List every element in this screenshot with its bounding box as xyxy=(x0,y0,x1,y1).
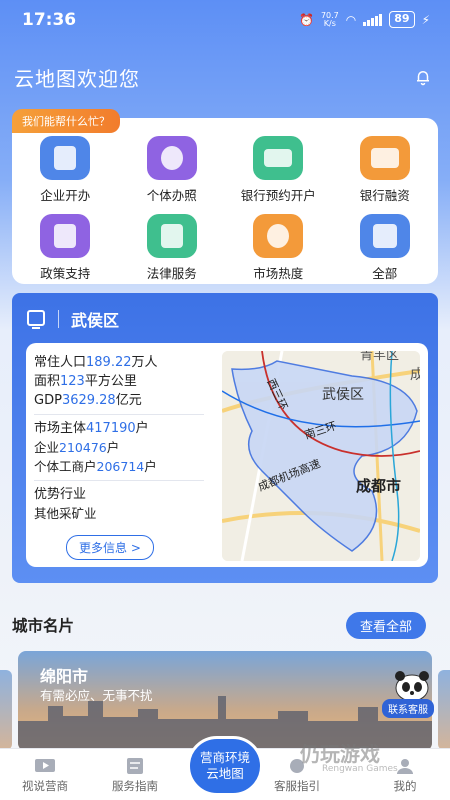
carousel-peek-left[interactable] xyxy=(0,670,12,750)
bank-card-icon xyxy=(253,136,304,180)
service-item-enterprise[interactable]: 企业开办 xyxy=(12,136,119,206)
service-label: 政策支持 xyxy=(40,266,91,281)
wifi-icon: ◠ xyxy=(345,12,357,27)
service-item-bank-account[interactable]: 银行预约开户 xyxy=(225,136,332,206)
city-name: 绵阳市 xyxy=(40,667,89,686)
stat-area: 面积123平方公里 xyxy=(34,374,137,389)
tab-label: 服务指南 xyxy=(112,779,158,793)
stat-enterprises: 企业210476户 xyxy=(34,440,120,455)
service-label: 法律服务 xyxy=(146,266,197,281)
tab-label: 我的 xyxy=(393,779,417,793)
location-badge-icon xyxy=(27,310,45,329)
tab-label: 客服指引 xyxy=(274,779,320,793)
tab-label: 视说营商 xyxy=(22,779,68,793)
individual-license-icon xyxy=(146,136,197,180)
law-icon xyxy=(146,214,197,258)
service-grid: 企业开办 个体办照 银行预约开户 银行融资 政策支持 法律服务 市场热度 全部 xyxy=(12,136,438,284)
stat-individual-businesses: 个体工商户206714户 xyxy=(34,459,157,474)
finance-icon xyxy=(359,136,410,180)
district-map[interactable]: 青羊区 成 武侯区 西三环 南三环 成都机场高速 成都市 xyxy=(222,351,420,561)
service-item-individual-license[interactable]: 个体办照 xyxy=(119,136,226,206)
network-speed: 70.7 K/s xyxy=(321,11,339,28)
map-label-top: 青羊区 xyxy=(360,351,399,362)
stat-population: 常住人口189.22万人 xyxy=(34,355,158,370)
service-label: 全部 xyxy=(372,266,398,281)
status-time: 17:36 xyxy=(22,10,77,30)
service-item-policy[interactable]: 政策支持 xyxy=(12,214,119,284)
center-tab-line2: 云地图 xyxy=(206,766,244,781)
service-item-market-heat[interactable]: 市场热度 xyxy=(225,214,332,284)
charging-icon: ⚡ xyxy=(421,12,430,27)
status-bar: 17:36 ⏰ 70.7 K/s ◠ 89 ⚡ xyxy=(0,0,450,40)
page-title: 云地图欢迎您 xyxy=(14,67,140,91)
hot-icon xyxy=(253,214,304,258)
service-item-bank-finance[interactable]: 银行融资 xyxy=(332,136,439,206)
more-info-button[interactable]: 更多信息 > xyxy=(66,535,154,560)
service-label: 企业开办 xyxy=(40,188,91,203)
city-slogan: 有需必应、无事不扰 xyxy=(40,688,153,703)
watermark-text: 仍玩游戏 xyxy=(300,742,380,766)
all-icon xyxy=(359,214,410,258)
view-all-button[interactable]: 查看全部 xyxy=(346,612,427,639)
district-info-panel: 常住人口189.22万人 面积123平方公里 GDP3629.28亿元 市场主体… xyxy=(26,343,428,567)
speed-unit: K/s xyxy=(323,18,336,28)
service-label: 市场热度 xyxy=(253,266,304,281)
stat-industry-label: 优势行业 xyxy=(34,487,87,502)
tab-business-map[interactable]: 营商环境 云地图 xyxy=(187,736,263,796)
district-name: 武侯区 xyxy=(71,311,120,330)
district-card: 武侯区 常住人口189.22万人 面积123平方公里 GDP3629.28亿元 … xyxy=(12,293,438,583)
stat-market-entities: 市场主体417190户 xyxy=(34,421,149,436)
tab-video-business[interactable]: 视说营商 xyxy=(5,757,85,794)
bell-icon[interactable] xyxy=(414,68,432,86)
map-label-edge: 成 xyxy=(410,366,420,382)
divider xyxy=(34,414,204,415)
battery-indicator: 89 xyxy=(389,11,415,28)
map-label-city: 成都市 xyxy=(356,477,401,495)
enterprise-icon xyxy=(40,136,91,180)
divider xyxy=(58,310,59,328)
district-stats: 常住人口189.22万人 面积123平方公里 GDP3629.28亿元 市场主体… xyxy=(34,353,214,523)
tv-icon xyxy=(35,759,55,772)
signal-icon xyxy=(363,13,383,26)
status-icons: ⏰ 70.7 K/s ◠ 89 ⚡ xyxy=(299,11,430,28)
contact-service-button[interactable]: 联系客服 xyxy=(382,699,434,718)
stat-industry-value: 其他采矿业 xyxy=(34,506,97,521)
service-label: 银行预约开户 xyxy=(240,188,316,203)
map-label-district: 武侯区 xyxy=(322,386,364,402)
service-label: 银行融资 xyxy=(359,188,410,203)
divider xyxy=(34,480,204,481)
carousel-peek-right[interactable] xyxy=(438,670,450,750)
policy-icon xyxy=(40,214,91,258)
district-header: 武侯区 xyxy=(26,307,119,331)
help-badge: 我们能帮什么忙？ xyxy=(12,109,120,133)
watermark-subtext: Rengwan Games xyxy=(322,764,398,774)
service-item-law[interactable]: 法律服务 xyxy=(119,214,226,284)
stat-gdp: GDP3629.28亿元 xyxy=(34,393,142,408)
tab-service-guide[interactable]: 服务指南 xyxy=(95,757,175,794)
service-label: 个体办照 xyxy=(146,188,197,203)
service-item-all[interactable]: 全部 xyxy=(332,214,439,284)
panda-mascot-icon[interactable] xyxy=(392,668,432,702)
center-tab-line1: 营商环境 xyxy=(199,750,250,765)
alarm-icon: ⏰ xyxy=(299,12,314,27)
guide-icon xyxy=(127,758,143,774)
section-title-city-cards: 城市名片 xyxy=(12,617,75,635)
service-card: 我们能帮什么忙？ 企业开办 个体办照 银行预约开户 银行融资 政策支持 法律服务 xyxy=(12,109,438,284)
